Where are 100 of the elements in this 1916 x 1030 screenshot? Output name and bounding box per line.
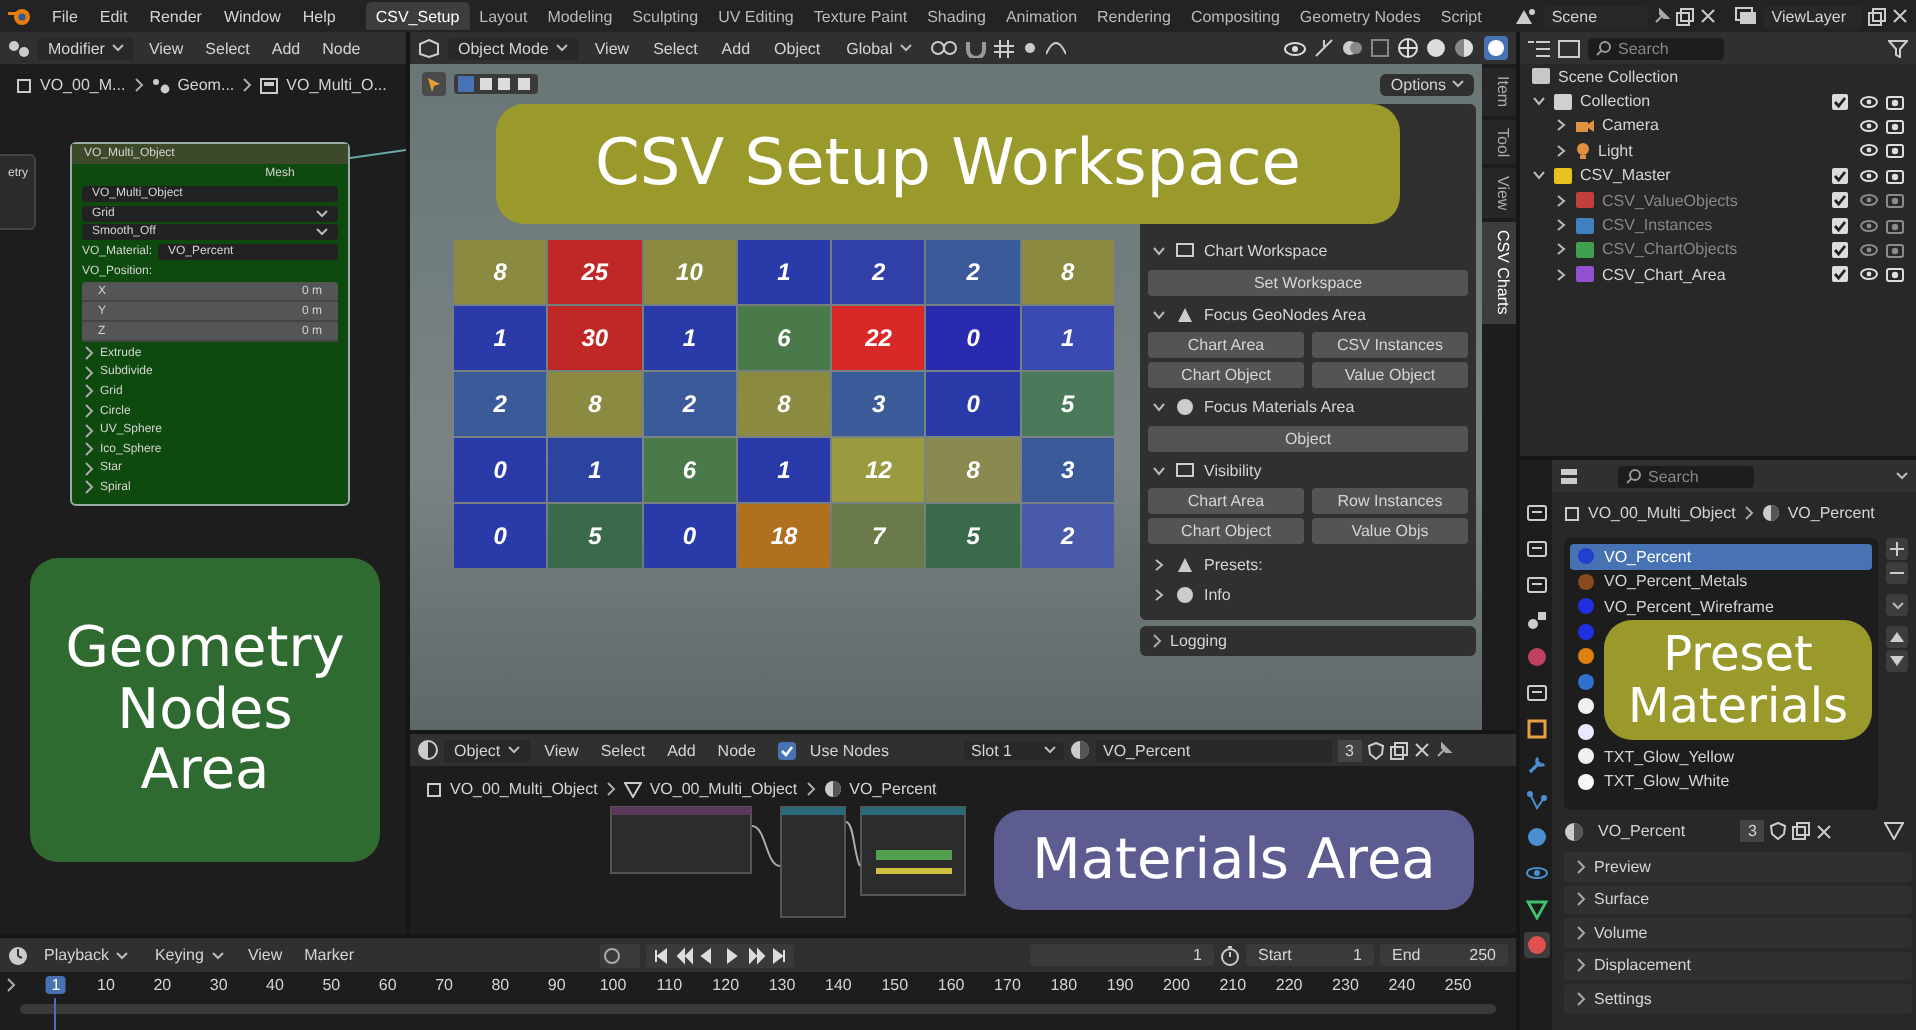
layers-icon[interactable]	[1733, 6, 1758, 26]
frame-number[interactable]: 20	[147, 976, 178, 994]
filter-icon[interactable]	[1888, 39, 1908, 57]
frame-number[interactable]: 240	[1382, 976, 1422, 994]
frame-number[interactable]: 190	[1100, 976, 1140, 994]
outliner-item[interactable]: CSV_Chart_Area	[1602, 265, 1726, 284]
outliner-item[interactable]: Scene Collection	[1558, 67, 1679, 86]
add-button[interactable]	[1886, 538, 1908, 560]
material-slot[interactable]: TXT_Glow_White	[1570, 769, 1738, 794]
frame-number[interactable]: 130	[762, 976, 802, 994]
logo-icon[interactable]	[8, 6, 32, 26]
panel-header[interactable]: Surface	[1564, 885, 1912, 914]
dot-icon[interactable]	[1022, 40, 1039, 56]
copy-icon[interactable]	[1389, 741, 1408, 759]
slot-dropdown[interactable]: Slot 1	[963, 741, 1063, 759]
eye-icon[interactable]	[1284, 41, 1306, 55]
eye-icon[interactable]	[1860, 219, 1878, 232]
outliner-item[interactable]: CSV_Instances	[1602, 216, 1713, 235]
shader-node[interactable]	[780, 806, 846, 918]
sidebar-tab[interactable]: Tool	[1482, 119, 1516, 165]
sphere-icon[interactable]	[418, 740, 438, 760]
menu-item[interactable]: View	[536, 741, 587, 759]
checkbox[interactable]	[1832, 266, 1848, 283]
checkbox[interactable]	[1832, 93, 1848, 110]
workspace-tab[interactable]: Layout	[469, 2, 538, 30]
sphere-icon[interactable]	[1523, 932, 1549, 958]
sidebar-tab[interactable]: Item	[1482, 68, 1516, 116]
sidebar-tab[interactable]: View	[1482, 168, 1516, 219]
outliner-item[interactable]: Camera	[1602, 116, 1659, 135]
menu-button[interactable]	[1886, 594, 1908, 616]
solid-sphere-icon[interactable]	[1426, 38, 1446, 58]
menu-item[interactable]: Marker	[296, 946, 363, 964]
workspace-tab[interactable]: Compositing	[1180, 2, 1290, 30]
workspace-tab[interactable]: UV Editing	[708, 2, 804, 30]
panel-button[interactable]: Chart Area	[1148, 332, 1304, 359]
rendered-sphere-icon[interactable]	[1484, 36, 1508, 60]
curve-icon[interactable]	[1046, 40, 1067, 56]
list-icon[interactable]	[1528, 39, 1550, 57]
frame-number[interactable]: 140	[819, 976, 858, 994]
frame-number[interactable]: 230	[1326, 976, 1365, 994]
camera-icon[interactable]	[1886, 266, 1904, 283]
menu-item[interactable]: Window	[215, 7, 289, 25]
remove-button[interactable]	[1886, 562, 1908, 584]
workspace-tab[interactable]: Animation	[995, 2, 1088, 30]
camera-icon[interactable]	[1886, 241, 1904, 258]
camera-icon[interactable]	[1886, 192, 1904, 209]
select-box-icon[interactable]	[422, 72, 446, 96]
frame-number[interactable]: 210	[1213, 976, 1253, 994]
overlay-icon[interactable]	[1342, 38, 1362, 58]
sidebar-tab[interactable]: CSV Charts	[1482, 222, 1516, 324]
search-field[interactable]: Search	[1588, 37, 1724, 59]
workspace-tab[interactable]: Texture Paint	[803, 2, 918, 30]
wrench-icon[interactable]	[1523, 752, 1549, 778]
menu-item[interactable]: Add	[263, 39, 309, 57]
shader-type-dropdown[interactable]: Object	[444, 739, 531, 761]
frame-number[interactable]: 150	[875, 976, 915, 994]
panel-header[interactable]: Settings	[1564, 984, 1912, 1013]
menu-item[interactable]: View	[239, 946, 291, 964]
display-mode-icon[interactable]	[1558, 39, 1580, 57]
outliner-item[interactable]: CSV_ValueObjects	[1602, 191, 1738, 210]
sphere-icon[interactable]	[1564, 821, 1584, 841]
frame-number[interactable]: 1	[45, 976, 67, 994]
frame-number[interactable]: 30	[203, 976, 234, 994]
frame-number[interactable]: 70	[429, 976, 459, 994]
move-down-button[interactable]	[1886, 650, 1908, 672]
frame-number[interactable]: 120	[706, 976, 746, 994]
menu-item[interactable]: Select	[197, 39, 258, 57]
frame-number[interactable]: 180	[1044, 976, 1084, 994]
wireframe-sphere-icon[interactable]	[1398, 38, 1418, 58]
scene-icon[interactable]	[1513, 6, 1538, 26]
breadcrumb-item[interactable]: VO_Percent	[849, 780, 937, 798]
frame-number[interactable]: 40	[260, 976, 290, 994]
panel-button[interactable]: Row Instances	[1312, 488, 1468, 515]
workspace-tab[interactable]: Script	[1430, 2, 1492, 30]
eye-icon[interactable]	[1860, 169, 1878, 182]
panel-button[interactable]: Object	[1148, 425, 1468, 452]
eye-icon[interactable]	[1860, 268, 1878, 281]
panel-button[interactable]: Chart Area	[1148, 488, 1304, 515]
menu-item[interactable]: Select	[645, 39, 706, 57]
keying-dropdown[interactable]: Keying	[144, 944, 234, 966]
checkbox[interactable]	[1832, 167, 1848, 184]
circle-icon[interactable]	[1523, 824, 1549, 850]
eye-icon[interactable]	[1860, 95, 1878, 108]
shader-node[interactable]	[860, 806, 966, 896]
checkbox[interactable]	[1832, 241, 1848, 258]
close-icon[interactable]	[1413, 742, 1430, 758]
breadcrumb-item[interactable]: VO_00_M...	[40, 76, 126, 94]
menu-item[interactable]: Add	[713, 39, 759, 57]
frame-number[interactable]: 10	[91, 976, 121, 994]
copy-icon[interactable]	[1792, 822, 1811, 840]
pin-icon[interactable]	[1653, 8, 1670, 24]
menu-item[interactable]: Node	[709, 741, 764, 759]
mode-dropdown[interactable]: Object Mode	[448, 37, 579, 59]
breadcrumb-item[interactable]: Geom...	[177, 76, 235, 94]
material-sphere-icon[interactable]	[1454, 38, 1474, 58]
breadcrumb-item[interactable]: VO_00_Multi_Object	[450, 780, 598, 798]
material-slot[interactable]: VO_Percent_Wireframe	[1570, 594, 1782, 619]
frame-number[interactable]: 110	[650, 976, 689, 994]
eye-icon[interactable]	[1860, 243, 1878, 256]
frame-number[interactable]: 170	[988, 976, 1027, 994]
